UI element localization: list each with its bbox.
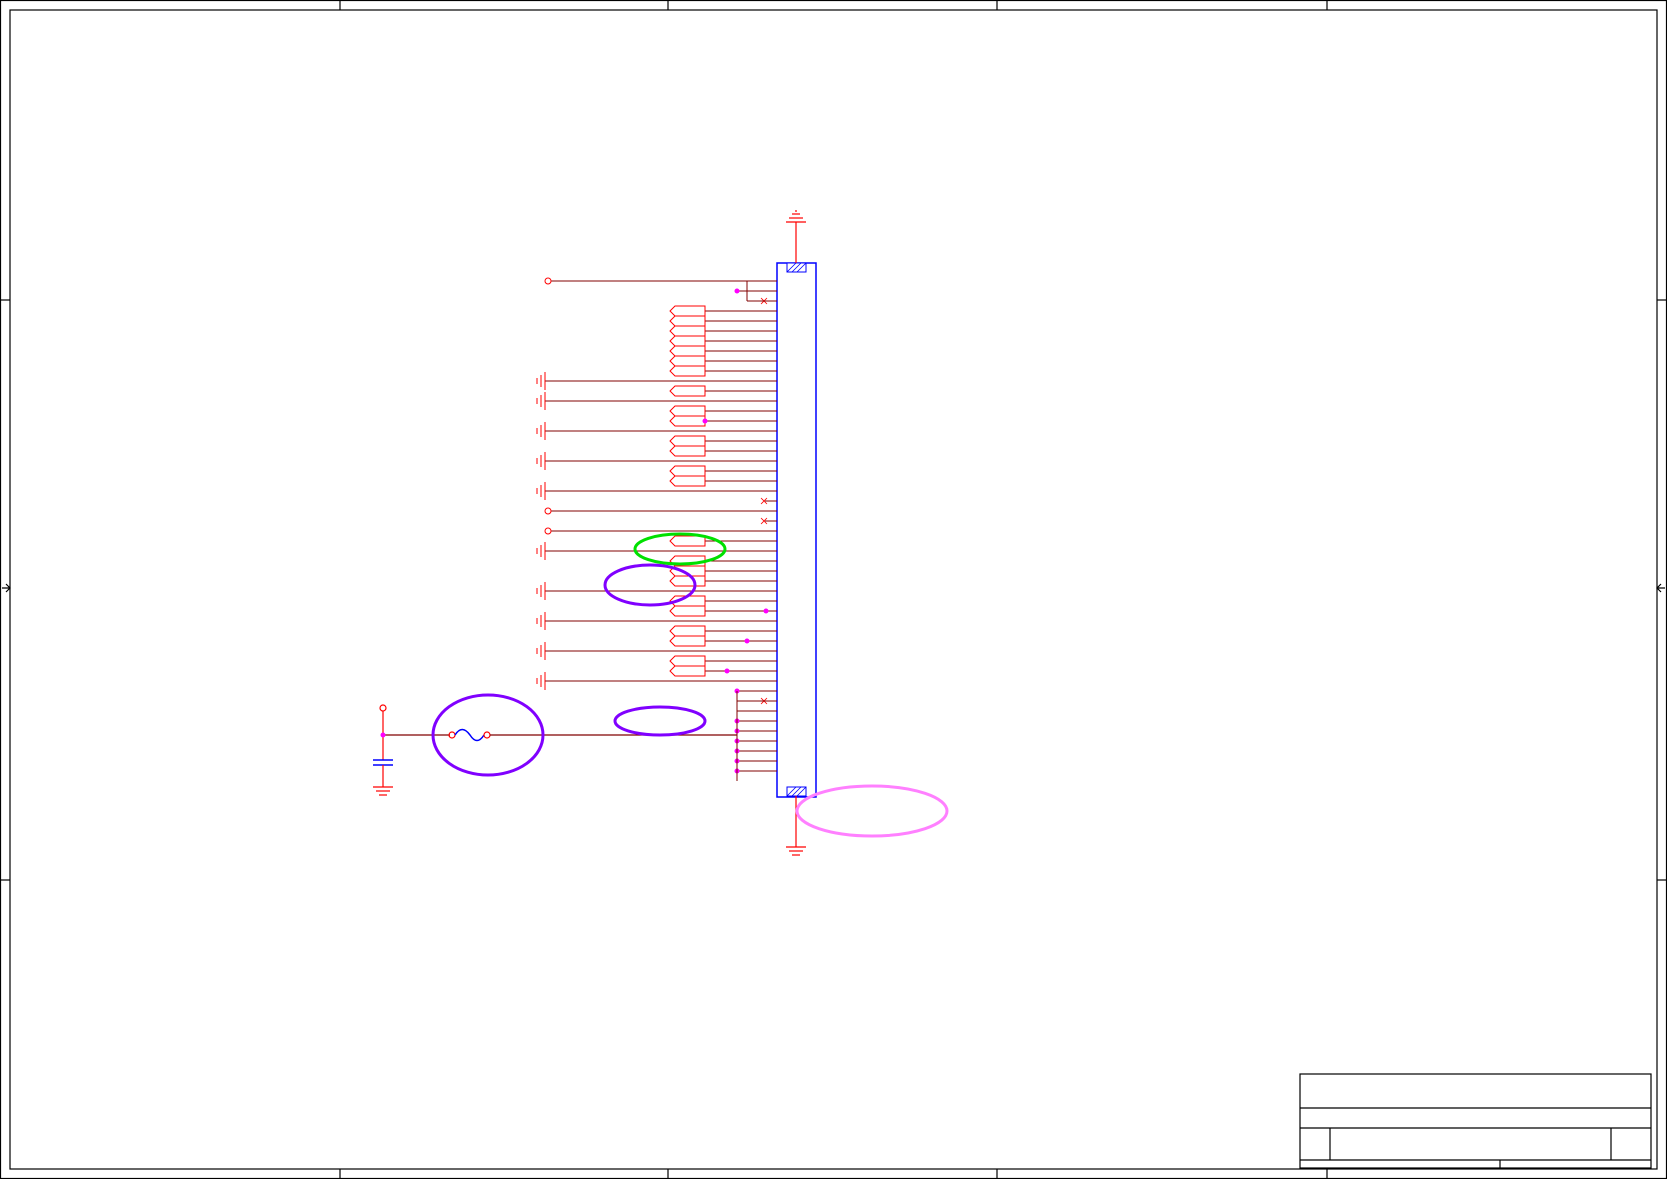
off-page-connector bbox=[669, 575, 706, 587]
off-page-connector bbox=[669, 435, 706, 447]
fuse-filter-section bbox=[373, 704, 737, 796]
off-page-connector bbox=[669, 325, 706, 337]
annotation-circle-pink bbox=[795, 784, 949, 838]
off-page-connector bbox=[669, 405, 706, 417]
junction bbox=[702, 418, 708, 424]
title-block bbox=[1299, 1073, 1652, 1169]
fuse-terminal-right bbox=[483, 731, 491, 739]
off-page-connector bbox=[669, 385, 706, 397]
off-page-connector bbox=[669, 355, 706, 367]
off-page-connector bbox=[669, 655, 706, 667]
annotation-circle-violet-3 bbox=[613, 705, 707, 737]
ground-symbol bbox=[536, 422, 546, 440]
off-page-connector bbox=[669, 445, 706, 457]
off-page-connector bbox=[669, 635, 706, 647]
off-page-connector bbox=[669, 665, 706, 677]
off-page-connector bbox=[669, 365, 706, 377]
junction bbox=[380, 732, 386, 738]
connector-body bbox=[776, 262, 817, 798]
fuse-icon bbox=[454, 728, 485, 742]
junction bbox=[744, 638, 750, 644]
off-page-connector bbox=[669, 335, 706, 347]
ground-symbol bbox=[536, 452, 546, 470]
off-page-connector bbox=[669, 465, 706, 477]
chassis-ground-top bbox=[786, 210, 806, 263]
ground-symbol bbox=[536, 392, 546, 410]
annotation-circle-violet-1 bbox=[603, 563, 697, 607]
ground-symbol bbox=[536, 612, 546, 630]
test-point bbox=[379, 704, 387, 712]
ground-symbol bbox=[536, 582, 546, 600]
ground-bottom bbox=[786, 796, 806, 856]
off-page-connector bbox=[669, 475, 706, 487]
off-page-connector bbox=[669, 345, 706, 357]
ground-symbol bbox=[536, 642, 546, 660]
drawing-frame bbox=[0, 0, 1667, 1179]
off-page-connector bbox=[669, 315, 706, 327]
junction bbox=[734, 288, 740, 294]
annotation-layer bbox=[431, 532, 949, 838]
annotation-circle-green bbox=[633, 532, 727, 566]
junction bbox=[763, 608, 769, 614]
ground-symbol bbox=[536, 482, 546, 500]
off-page-connector bbox=[669, 415, 706, 427]
test-point bbox=[544, 277, 552, 285]
off-page-connector bbox=[669, 305, 706, 317]
ground-symbol bbox=[536, 672, 546, 690]
off-page-connector bbox=[669, 605, 706, 617]
test-point bbox=[544, 507, 552, 515]
schematic-sheet bbox=[0, 0, 1667, 1179]
junction bbox=[724, 668, 730, 674]
ground-symbol bbox=[536, 372, 546, 390]
ground-symbol bbox=[536, 542, 546, 560]
off-page-connector bbox=[669, 625, 706, 637]
test-point bbox=[544, 527, 552, 535]
off-page-connector bbox=[669, 535, 706, 547]
